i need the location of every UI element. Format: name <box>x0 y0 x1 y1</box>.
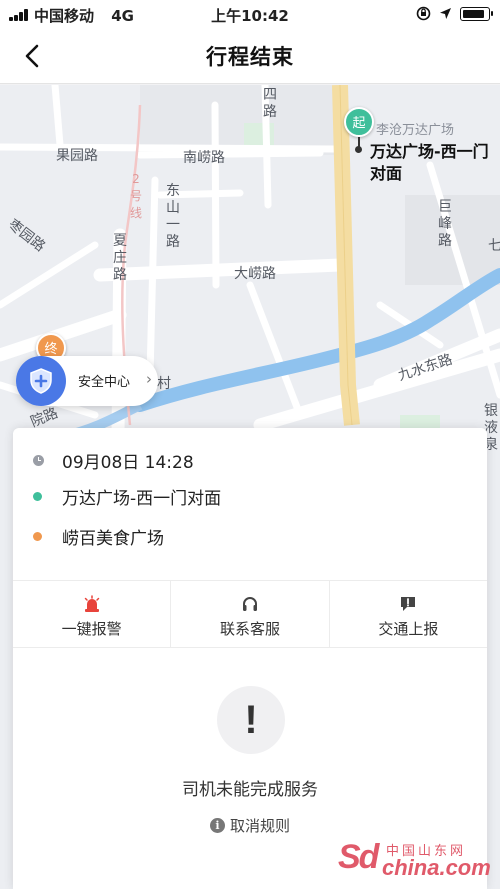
map-road-label: 四路 <box>263 87 277 120</box>
headset-icon <box>242 597 257 611</box>
action-bar: 一键报警 联系客服 交通上报 <box>13 580 487 648</box>
start-pin-dot <box>355 146 362 153</box>
site-watermark: Sd 中国山东网 china.com <box>338 838 491 882</box>
map-road-label: 东山一路 <box>166 183 180 250</box>
traffic-report-button[interactable]: 交通上报 <box>330 581 487 647</box>
chevron-right-icon: › <box>146 370 152 388</box>
cancel-rules-label: 取消规则 <box>229 817 290 835</box>
watermark-logo: Sd <box>338 838 379 876</box>
alarm-siren-icon <box>84 595 99 612</box>
service-status-message: 司机未能完成服务 <box>182 780 318 800</box>
traffic-report-label: 交通上报 <box>378 620 439 638</box>
emergency-alarm-button[interactable]: 一键报警 <box>13 581 172 647</box>
emergency-alarm-label: 一键报警 <box>61 620 122 638</box>
map-road-label: 大崂路 <box>234 266 276 282</box>
start-poi-label: 李沧万达广场 <box>376 123 455 138</box>
trip-origin-row: 万达广场-西一门对面 <box>33 484 222 509</box>
exclamation-icon: ! <box>217 686 285 754</box>
status-bar: 中国移动 4G 上午10:42 <box>0 0 500 28</box>
nav-bar: 行程结束 <box>0 28 500 84</box>
trip-time: 09月08日 14:28 <box>62 452 194 473</box>
page-title: 行程结束 <box>206 45 294 69</box>
map-road-label: 夏庄路 <box>113 233 127 283</box>
trip-time-row: 09月08日 14:28 <box>33 448 194 473</box>
report-bubble-icon <box>401 597 416 611</box>
start-marker[interactable]: 起 <box>344 107 374 137</box>
safety-center-button[interactable]: 安全中心 › <box>16 356 158 406</box>
subway-line-label: 2号线 <box>129 172 142 220</box>
safety-center-label: 安全中心 <box>78 375 131 390</box>
trip-destination-row: 崂百美食广场 <box>33 524 164 549</box>
trip-destination: 崂百美食广场 <box>62 528 164 549</box>
clock-icon <box>33 454 44 466</box>
map-road-label: 巨峰路 <box>438 199 452 249</box>
watermark-url: china.com <box>382 855 491 880</box>
start-location-name: 万达广场-西一门对面 <box>370 142 489 183</box>
location-arrow-icon <box>440 8 451 19</box>
map-road-label: 南崂路 <box>183 150 225 166</box>
cancel-rules-link[interactable]: i 取消规则 <box>13 815 487 836</box>
trip-summary-card: 09月08日 14:28 万达广场-西一门对面 崂百美食广场 一键报警 联系客服… <box>13 428 487 889</box>
shield-plus-icon <box>16 356 66 406</box>
destination-dot-icon <box>33 531 42 541</box>
contact-support-label: 联系客服 <box>219 620 280 638</box>
battery-icon <box>460 6 493 21</box>
contact-support-button[interactable]: 联系客服 <box>171 581 330 647</box>
origin-dot-icon <box>33 491 42 501</box>
map-road-label: 果园路 <box>56 148 98 164</box>
orientation-lock-icon <box>416 6 431 21</box>
map-poi-label: 村 <box>157 376 171 392</box>
info-icon: i <box>209 818 225 833</box>
trip-origin: 万达广场-西一门对面 <box>62 488 222 509</box>
map-road-label: 七 <box>488 238 500 254</box>
